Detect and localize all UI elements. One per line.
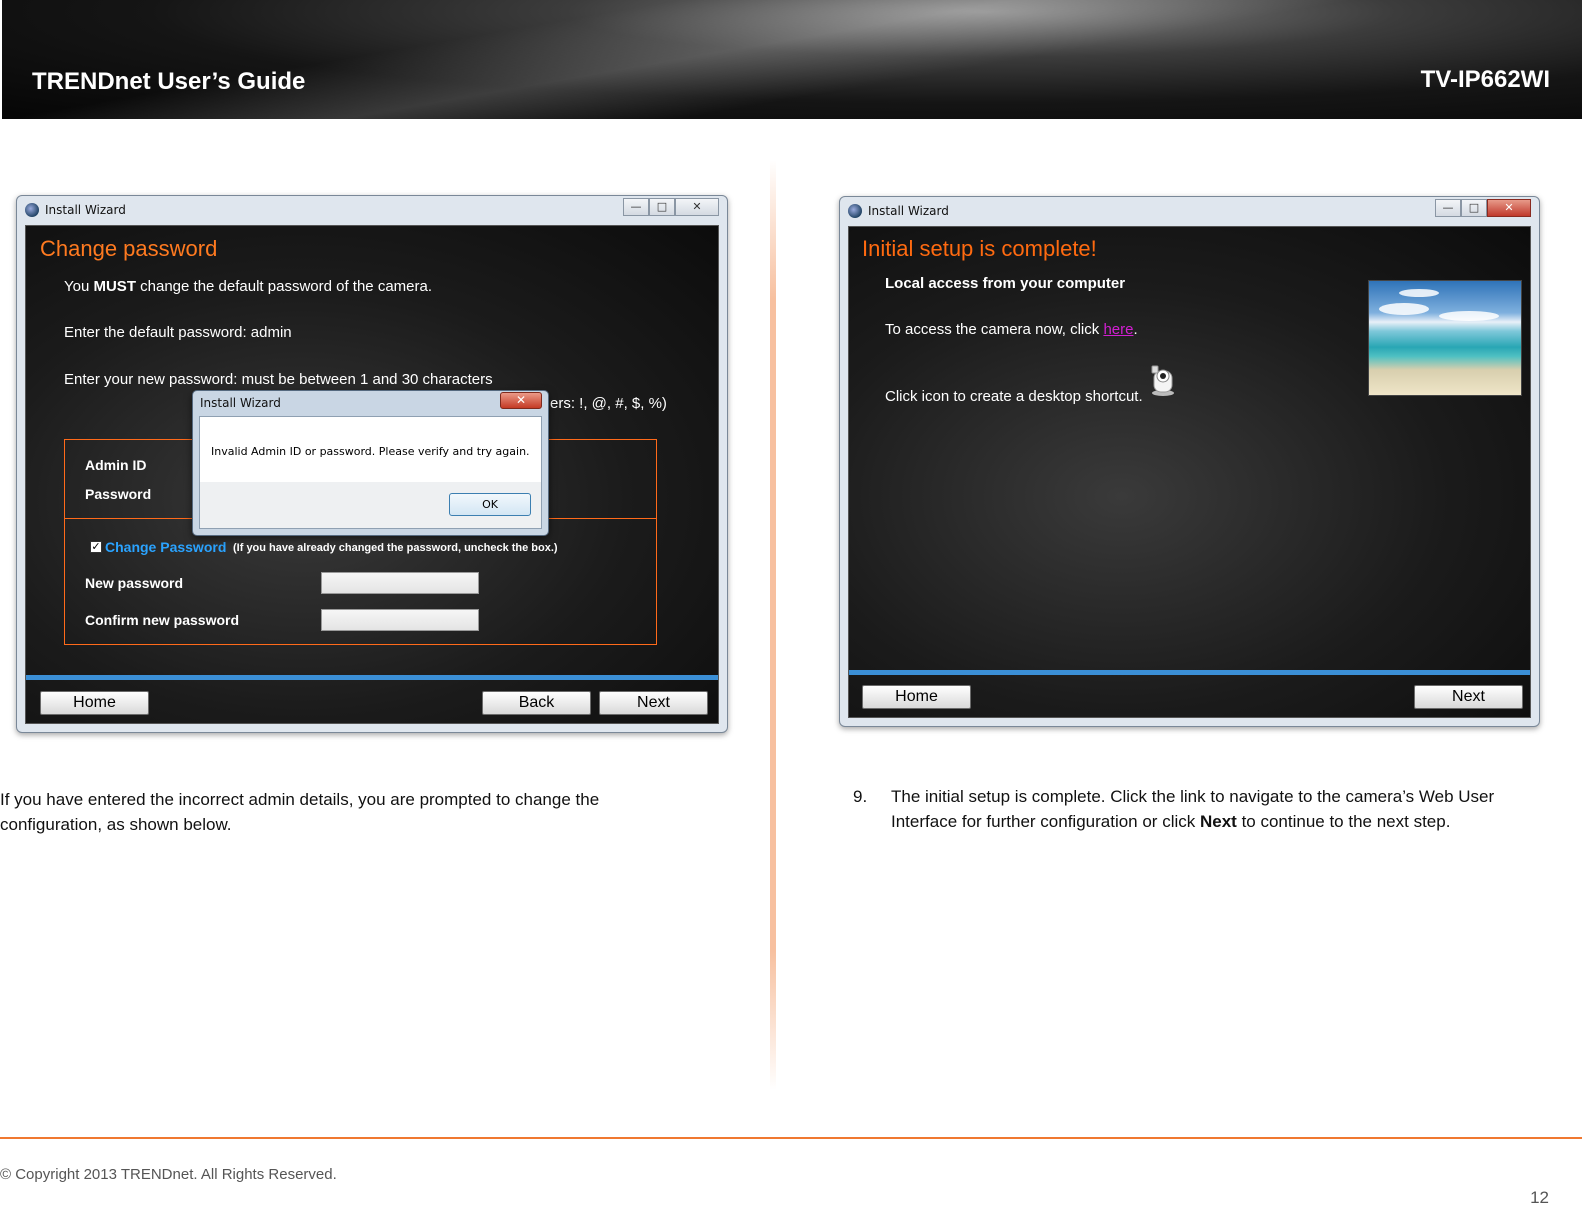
window-title: Install Wizard: [45, 203, 126, 217]
access-camera-text: To access the camera now, click here.: [885, 321, 1138, 338]
step-next-emphasis: Next: [1199, 812, 1237, 831]
close-button[interactable]: ✕: [1487, 199, 1531, 217]
wizard-content: Initial setup is complete! Local access …: [848, 226, 1531, 718]
password-label: Password: [85, 486, 152, 502]
dialog-title: Install Wizard: [200, 396, 281, 410]
change-password-note: (If you have already changed the passwor…: [233, 542, 558, 554]
admin-id-label: Admin ID: [85, 457, 147, 473]
header-banner: TRENDnet User’s Guide TV-IP662WI: [2, 0, 1582, 119]
shortcut-text: Click icon to create a desktop shortcut.: [885, 388, 1143, 405]
access-suffix: .: [1133, 321, 1138, 338]
minimize-button[interactable]: —: [1435, 199, 1461, 217]
must-change-suffix: change the default password of the camer…: [135, 278, 432, 295]
new-password-label: New password: [85, 575, 184, 591]
cloud-shape: [1379, 303, 1429, 315]
window-controls: — □ ✕: [1435, 199, 1531, 217]
must-change-text: You MUST change the default password of …: [64, 278, 432, 295]
default-password-text: Enter the default password: admin: [64, 324, 292, 341]
access-prefix: To access the camera now, click: [885, 321, 1104, 338]
page-title: Initial setup is complete!: [862, 236, 1097, 261]
guide-title: TRENDnet User’s Guide: [32, 68, 306, 95]
footer-rule: [0, 1137, 1582, 1139]
error-dialog: Install Wizard ✕ Invalid Admin ID or pas…: [192, 390, 549, 536]
app-icon: [848, 204, 862, 218]
cloud-shape: [1399, 289, 1439, 297]
here-link[interactable]: here: [1103, 321, 1133, 338]
change-password-box: ✓ Change Password (If you have already c…: [64, 518, 657, 645]
page-number: 12: [1530, 1188, 1549, 1207]
step-text-after: to continue to the next step.: [1236, 812, 1451, 831]
page-title: Change password: [40, 236, 218, 261]
wizard-footer-bar: [849, 670, 1530, 675]
step-text: The initial setup is complete. Click the…: [891, 784, 1541, 834]
copyright: © Copyright 2013 TRENDnet. All Rights Re…: [0, 1166, 337, 1183]
window-titlebar[interactable]: Install Wizard — □ ✕: [17, 196, 727, 224]
ok-button[interactable]: OK: [449, 493, 531, 516]
special-characters-text: ers: !, @, #, $, %): [550, 395, 667, 412]
dialog-footer: OK: [200, 482, 541, 528]
dialog-message: Invalid Admin ID or password. Please ver…: [211, 445, 530, 458]
change-password-label: Change Password: [105, 539, 227, 555]
dialog-body: Invalid Admin ID or password. Please ver…: [199, 416, 542, 529]
beach-image: [1368, 280, 1522, 396]
confirm-password-field[interactable]: [321, 609, 479, 631]
left-caption: If you have entered the incorrect admin …: [0, 790, 600, 834]
column-divider: [770, 160, 776, 1090]
confirm-password-label: Confirm new password: [85, 612, 240, 628]
setup-complete-window: Install Wizard — □ ✕ Initial setup is co…: [839, 196, 1540, 727]
window-controls: — □ ✕: [623, 198, 719, 216]
window-titlebar[interactable]: Install Wizard — □ ✕: [840, 197, 1539, 225]
minimize-button[interactable]: —: [623, 198, 649, 216]
back-button[interactable]: Back: [482, 691, 591, 715]
maximize-button[interactable]: □: [1461, 199, 1487, 217]
model-name: TV-IP662WI: [1420, 66, 1550, 93]
home-button[interactable]: Home: [40, 691, 149, 715]
home-button[interactable]: Home: [862, 685, 971, 709]
banner-swoosh: [2, 0, 1582, 119]
app-icon: [25, 203, 39, 217]
change-password-checkbox[interactable]: ✓: [90, 541, 102, 553]
new-password-field[interactable]: [321, 572, 479, 594]
window-title: Install Wizard: [868, 204, 949, 218]
wizard-footer-bar: [26, 675, 718, 680]
new-password-rule-text: Enter your new password: must be between…: [64, 371, 493, 388]
maximize-button[interactable]: □: [649, 198, 675, 216]
step-number: 9.: [853, 787, 868, 806]
camera-shortcut-icon[interactable]: [1149, 363, 1177, 397]
next-button[interactable]: Next: [1414, 685, 1523, 709]
dialog-close-button[interactable]: ✕: [500, 392, 542, 409]
next-button[interactable]: Next: [599, 691, 708, 715]
close-button[interactable]: ✕: [675, 198, 719, 216]
must-change-prefix: You: [64, 278, 94, 295]
local-access-heading: Local access from your computer: [885, 275, 1126, 292]
must-emphasis: MUST: [93, 278, 136, 295]
cloud-shape: [1439, 311, 1499, 321]
